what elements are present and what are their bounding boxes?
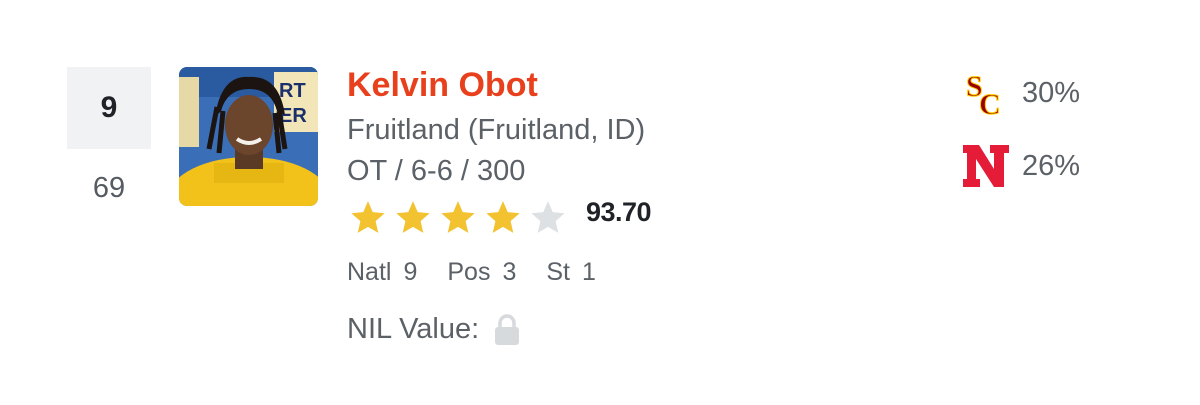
rank-number: 9 — [100, 91, 118, 124]
state-rank[interactable]: St 1 — [546, 258, 596, 287]
prediction-nebraska[interactable]: 26% — [960, 143, 1080, 189]
position-height-weight: OT / 6-6 / 300 — [347, 155, 526, 187]
prediction-percent-usc: 30% — [1022, 76, 1081, 109]
usc-logo-icon: S C — [960, 70, 1012, 116]
rankings-row: Natl 9 Pos 3 St 1 — [347, 258, 596, 287]
star-icon-filled — [351, 201, 385, 233]
lock-icon[interactable] — [493, 313, 521, 346]
star-icon-filled — [486, 201, 520, 233]
national-rank-value: 9 — [403, 258, 418, 286]
svg-text:C: C — [979, 88, 1001, 116]
star-icon-empty — [531, 201, 565, 233]
national-rank-label: Natl — [347, 258, 392, 286]
star-icon-filled — [441, 201, 475, 233]
rank-box: 9 — [67, 67, 151, 149]
national-rank[interactable]: Natl 9 — [347, 258, 417, 287]
nil-value-label: NIL Value: — [347, 313, 480, 345]
star-icon-filled — [396, 201, 430, 233]
previous-rank: 69 — [92, 172, 126, 204]
prediction-usc[interactable]: S C 30% — [960, 70, 1080, 116]
position-rank-label: Pos — [447, 258, 491, 286]
state-rank-label: St — [546, 258, 570, 286]
prediction-percent-nebraska: 26% — [1022, 149, 1081, 182]
player-avatar[interactable]: RT ER — [179, 67, 318, 206]
player-rating: 93.70 — [586, 197, 652, 227]
player-photo: RT ER — [179, 67, 318, 206]
nil-value: NIL Value: — [347, 313, 521, 346]
nebraska-logo-icon — [960, 143, 1012, 189]
svg-text:RT: RT — [279, 80, 306, 102]
school-info: Fruitland (Fruitland, ID) — [347, 114, 646, 146]
position-rank[interactable]: Pos 3 — [447, 258, 516, 287]
state-rank-value: 1 — [582, 258, 596, 286]
star-rating — [348, 198, 568, 236]
player-name[interactable]: Kelvin Obot — [347, 66, 538, 105]
position-rank-value: 3 — [502, 258, 517, 286]
